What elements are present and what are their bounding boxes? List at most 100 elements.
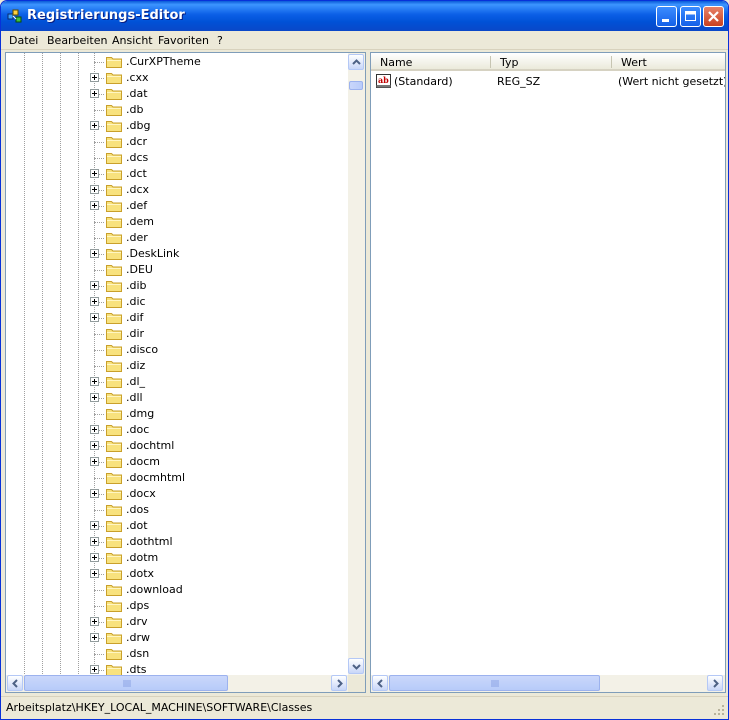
tree-node[interactable]: .drv xyxy=(6,614,346,630)
tree-node-label: .der xyxy=(126,231,148,244)
column-header-name[interactable]: Name xyxy=(380,56,412,69)
list-hscroll-thumb[interactable] xyxy=(389,675,600,691)
scroll-left-button[interactable] xyxy=(7,675,23,691)
resize-grip-icon[interactable] xyxy=(713,704,725,716)
tree-node[interactable]: .diz xyxy=(6,358,346,374)
expand-plus-icon[interactable] xyxy=(90,297,99,306)
folder-icon xyxy=(106,537,122,548)
expand-plus-icon[interactable] xyxy=(90,73,99,82)
expand-plus-icon[interactable] xyxy=(90,425,99,434)
expand-plus-icon[interactable] xyxy=(90,169,99,178)
menu-ansicht[interactable]: Ansicht xyxy=(112,34,153,47)
tree-node[interactable]: .dbg xyxy=(6,118,346,134)
expand-plus-icon[interactable] xyxy=(90,665,99,674)
tree-node[interactable]: .dl_ xyxy=(6,374,346,390)
registry-tree[interactable]: .CurXPTheme .cxx .dat .db .dbg .dcr .dcs .dct .d… xyxy=(5,52,366,693)
menu-favoriten[interactable]: Favoriten xyxy=(158,34,209,47)
tree-horizontal-scrollbar[interactable] xyxy=(6,675,348,692)
tree-node[interactable]: .dat xyxy=(6,86,346,102)
tree-node[interactable]: .download xyxy=(6,582,346,598)
tree-node[interactable]: .dif xyxy=(6,310,346,326)
tree-node[interactable]: .dos xyxy=(6,502,346,518)
status-path: Arbeitsplatz\HKEY_LOCAL_MACHINE\SOFTWARE… xyxy=(6,701,313,714)
tree-node[interactable]: .dot xyxy=(6,518,346,534)
list-header: Name Typ Wert xyxy=(371,53,725,71)
expand-plus-icon[interactable] xyxy=(90,121,99,130)
tree-hscroll-thumb[interactable] xyxy=(24,675,228,691)
column-header-value[interactable]: Wert xyxy=(621,56,647,69)
tree-scroll-thumb[interactable] xyxy=(349,81,363,90)
tree-node[interactable]: .CurXPTheme xyxy=(6,54,346,70)
menu-bearbeiten[interactable]: Bearbeiten xyxy=(47,34,107,47)
scroll-right-button[interactable] xyxy=(707,675,723,691)
tree-node[interactable]: .def xyxy=(6,198,346,214)
menu-datei[interactable]: Datei xyxy=(9,34,38,47)
scroll-right-button[interactable] xyxy=(331,675,347,691)
title-bar[interactable]: Registrierungs-Editor xyxy=(1,1,728,31)
tree-node[interactable]: .dcx xyxy=(6,182,346,198)
tree-node[interactable]: .DeskLink xyxy=(6,246,346,262)
tree-node[interactable]: .disco xyxy=(6,342,346,358)
value-list[interactable]: Name Typ Wert ab (Standard) REG_SZ (Wert… xyxy=(370,52,726,693)
column-header-type[interactable]: Typ xyxy=(500,56,519,69)
tree-connector-line xyxy=(94,590,104,591)
expand-plus-icon[interactable] xyxy=(90,537,99,546)
tree-node[interactable]: .dmg xyxy=(6,406,346,422)
expand-plus-icon[interactable] xyxy=(90,185,99,194)
expand-plus-icon[interactable] xyxy=(90,457,99,466)
tree-node[interactable]: .dct xyxy=(6,166,346,182)
tree-node[interactable]: .docm xyxy=(6,454,346,470)
column-separator[interactable] xyxy=(611,56,612,68)
tree-node[interactable]: .doc xyxy=(6,422,346,438)
tree-node[interactable]: .dsn xyxy=(6,646,346,662)
column-separator[interactable] xyxy=(490,56,491,68)
expand-plus-icon[interactable] xyxy=(90,633,99,642)
expand-plus-icon[interactable] xyxy=(90,249,99,258)
list-horizontal-scrollbar[interactable] xyxy=(371,675,725,692)
tree-node[interactable]: .der xyxy=(6,230,346,246)
tree-node[interactable]: .dps xyxy=(6,598,346,614)
scroll-up-button[interactable] xyxy=(348,54,364,70)
tree-node[interactable]: .dll xyxy=(6,390,346,406)
expand-plus-icon[interactable] xyxy=(90,441,99,450)
expand-plus-icon[interactable] xyxy=(90,281,99,290)
tree-node[interactable]: .dothtml xyxy=(6,534,346,550)
tree-node[interactable]: .dcr xyxy=(6,134,346,150)
expand-plus-icon[interactable] xyxy=(90,377,99,386)
tree-node[interactable]: .docx xyxy=(6,486,346,502)
expand-plus-icon[interactable] xyxy=(90,553,99,562)
expand-plus-icon[interactable] xyxy=(90,313,99,322)
tree-node[interactable]: .dotx xyxy=(6,566,346,582)
arrow-left-icon xyxy=(12,679,18,688)
tree-node[interactable]: .dem xyxy=(6,214,346,230)
tree-node[interactable]: .dib xyxy=(6,278,346,294)
expand-plus-icon[interactable] xyxy=(90,201,99,210)
tree-node[interactable]: .dochtml xyxy=(6,438,346,454)
tree-vertical-scrollbar[interactable] xyxy=(348,53,365,675)
close-button[interactable] xyxy=(703,6,724,27)
minimize-icon xyxy=(662,19,669,22)
tree-connector-line xyxy=(94,62,104,63)
expand-plus-icon[interactable] xyxy=(90,393,99,402)
tree-node[interactable]: .dotm xyxy=(6,550,346,566)
expand-plus-icon[interactable] xyxy=(90,489,99,498)
tree-node[interactable]: .dic xyxy=(6,294,346,310)
expand-plus-icon[interactable] xyxy=(90,617,99,626)
tree-node[interactable]: .dcs xyxy=(6,150,346,166)
tree-node[interactable]: .docmhtml xyxy=(6,470,346,486)
tree-node[interactable]: .dir xyxy=(6,326,346,342)
tree-node[interactable]: .DEU xyxy=(6,262,346,278)
list-row[interactable]: ab (Standard) REG_SZ (Wert nicht gesetzt… xyxy=(371,73,725,90)
tree-node[interactable]: .cxx xyxy=(6,70,346,86)
expand-plus-icon[interactable] xyxy=(90,569,99,578)
scroll-down-button[interactable] xyxy=(348,658,364,674)
folder-icon xyxy=(106,73,122,84)
scroll-left-button[interactable] xyxy=(372,675,388,691)
expand-plus-icon[interactable] xyxy=(90,89,99,98)
minimize-button[interactable] xyxy=(656,6,677,27)
menu-help[interactable]: ? xyxy=(217,34,223,47)
maximize-button[interactable] xyxy=(680,6,701,27)
expand-plus-icon[interactable] xyxy=(90,521,99,530)
tree-node[interactable]: .db xyxy=(6,102,346,118)
tree-node[interactable]: .drw xyxy=(6,630,346,646)
